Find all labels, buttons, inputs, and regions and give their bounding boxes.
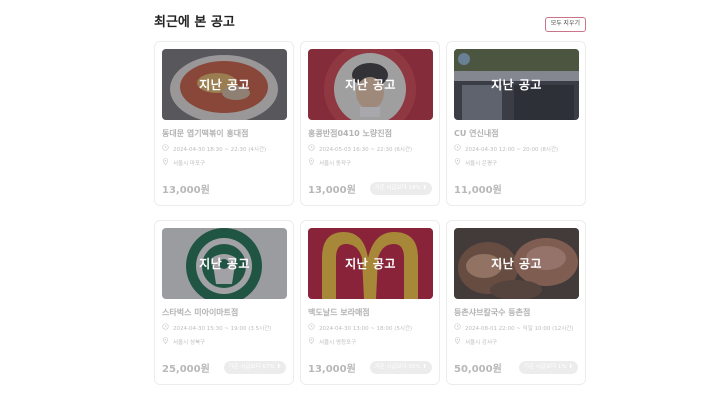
past-notice-label: 지난 공고 — [345, 257, 396, 271]
work-time: 2024-08-01 22:00 ~ 익일 10:00 (12시간) — [454, 323, 578, 332]
work-time-text: 2024-04-30 12:00 ~ 20:00 (8시간) — [465, 146, 559, 153]
hourly-wage: 13,000원 — [162, 185, 210, 196]
location-pin-icon — [454, 158, 465, 167]
store-name: 스타벅스 미아이마트점 — [162, 308, 239, 317]
location-pin-icon — [162, 337, 173, 346]
page-title: 최근에 본 공고 — [154, 15, 235, 30]
section-header: 최근에 본 공고 모두 지우기 — [154, 14, 586, 36]
work-location-text: 서울시 영등포구 — [319, 339, 357, 346]
location-pin-icon — [308, 158, 319, 167]
card-footer: 25,000원 기존 시급보다 67% ⬆ — [162, 360, 286, 375]
work-time: 2024-04-30 13:00 ~ 18:00 (5시간) — [308, 323, 432, 332]
work-location: 서울시 강서구 — [454, 337, 578, 346]
past-notice-overlay: 지난 공고 — [454, 49, 579, 120]
store-name: CU 연신내점 — [454, 129, 499, 138]
wage-increase-badge: 기존 시급보다 30% ⬆ — [369, 361, 432, 374]
work-location: 서울시 동작구 — [308, 158, 432, 167]
notice-thumbnail: 지난 공고 — [308, 49, 433, 120]
wage-increase-badge: 기존 시급보다 19% ⬆ — [369, 182, 432, 195]
work-time: 2024-05-03 16:30 ~ 22:30 (6시간) — [308, 144, 432, 153]
card-footer: 50,000원 기존 시급보다 1% ⬆ — [454, 360, 578, 375]
store-name: 맥도날드 보라매점 — [308, 308, 370, 317]
past-notice-overlay: 지난 공고 — [454, 228, 579, 299]
work-location-text: 서울시 강서구 — [465, 339, 498, 346]
past-notice-label: 지난 공고 — [491, 78, 542, 92]
work-time-text: 2024-05-03 16:30 ~ 22:30 (6시간) — [319, 146, 413, 153]
work-time: 2024-04-30 15:30 ~ 19:00 (3.5시간) — [162, 323, 286, 332]
notice-card[interactable]: 지난 공고스타벅스 미아이마트점 2024-04-30 15:30 ~ 19:00… — [154, 220, 294, 385]
work-location-text: 서울시 동작구 — [319, 160, 352, 167]
notice-thumbnail: 지난 공고 — [162, 228, 287, 299]
store-name: 동대문 엽기떡볶이 홍대점 — [162, 129, 249, 138]
wage-increase-badge: 기존 시급보다 1% ⬆ — [519, 361, 578, 374]
clock-icon — [162, 323, 173, 332]
notice-thumbnail: 지난 공고 — [454, 49, 579, 120]
location-pin-icon — [308, 337, 319, 346]
hourly-wage: 13,000원 — [308, 185, 356, 196]
work-location-text: 서울시 은평구 — [465, 160, 498, 167]
card-footer: 13,000원 기존 시급보다 19% ⬆ — [308, 181, 432, 196]
work-time-text: 2024-04-30 18:30 ~ 22:30 (4시간) — [173, 146, 267, 153]
delete-all-button[interactable]: 모두 지우기 — [544, 17, 586, 32]
notice-card[interactable]: 지난 공고 CU 연신내점 2024-04-30 12:00 ~ 20:00 (8시… — [446, 41, 586, 206]
work-time-text: 2024-04-30 15:30 ~ 19:00 (3.5시간) — [173, 325, 272, 332]
location-pin-icon — [454, 337, 465, 346]
work-location: 서울시 성북구 — [162, 337, 286, 346]
work-time: 2024-04-30 18:30 ~ 22:30 (4시간) — [162, 144, 286, 153]
location-pin-icon — [162, 158, 173, 167]
clock-icon — [454, 144, 465, 153]
work-time-text: 2024-08-01 22:00 ~ 익일 10:00 (12시간) — [465, 325, 574, 332]
work-location-text: 서울시 마포구 — [173, 160, 206, 167]
hourly-wage: 50,000원 — [454, 364, 502, 375]
notice-card[interactable]: 지난 공고동대문 엽기떡볶이 홍대점 2024-04-30 18:30 ~ 22:… — [154, 41, 294, 206]
notice-thumbnail: 지난 공고 — [454, 228, 579, 299]
notice-thumbnail: 지난 공고 — [308, 228, 433, 299]
wage-increase-badge: 기존 시급보다 67% ⬆ — [223, 361, 286, 374]
past-notice-overlay: 지난 공고 — [308, 49, 433, 120]
work-location-text: 서울시 성북구 — [173, 339, 206, 346]
clock-icon — [308, 323, 319, 332]
card-footer: 13,000원 — [162, 181, 286, 196]
clock-icon — [308, 144, 319, 153]
past-notice-label: 지난 공고 — [345, 78, 396, 92]
notice-card[interactable]: 지난 공고홍콩반점0410 노량진점 2024-05-03 16:30 ~ 22:… — [300, 41, 440, 206]
past-notice-label: 지난 공고 — [491, 257, 542, 271]
card-footer: 13,000원 기존 시급보다 30% ⬆ — [308, 360, 432, 375]
notice-thumbnail: 지난 공고 — [162, 49, 287, 120]
clock-icon — [454, 323, 465, 332]
past-notice-overlay: 지난 공고 — [162, 228, 287, 299]
hourly-wage: 11,000원 — [454, 185, 502, 196]
store-name: 홍콩반점0410 노량진점 — [308, 129, 392, 138]
card-footer: 11,000원 — [454, 181, 578, 196]
past-notice-overlay: 지난 공고 — [308, 228, 433, 299]
work-time-text: 2024-04-30 13:00 ~ 18:00 (5시간) — [319, 325, 413, 332]
past-notice-overlay: 지난 공고 — [162, 49, 287, 120]
past-notice-label: 지난 공고 — [199, 78, 250, 92]
hourly-wage: 13,000원 — [308, 364, 356, 375]
clock-icon — [162, 144, 173, 153]
work-location: 서울시 영등포구 — [308, 337, 432, 346]
work-location: 서울시 은평구 — [454, 158, 578, 167]
notice-card[interactable]: 지난 공고맥도날드 보라매점 2024-04-30 13:00 ~ 18:00 (… — [300, 220, 440, 385]
work-time: 2024-04-30 12:00 ~ 20:00 (8시간) — [454, 144, 578, 153]
work-location: 서울시 마포구 — [162, 158, 286, 167]
hourly-wage: 25,000원 — [162, 364, 210, 375]
past-notice-label: 지난 공고 — [199, 257, 250, 271]
notice-card[interactable]: 지난 공고등촌샤브칼국수 등촌점 2024-08-01 22:00 ~ 익일 10… — [446, 220, 586, 385]
store-name: 등촌샤브칼국수 등촌점 — [454, 308, 531, 317]
